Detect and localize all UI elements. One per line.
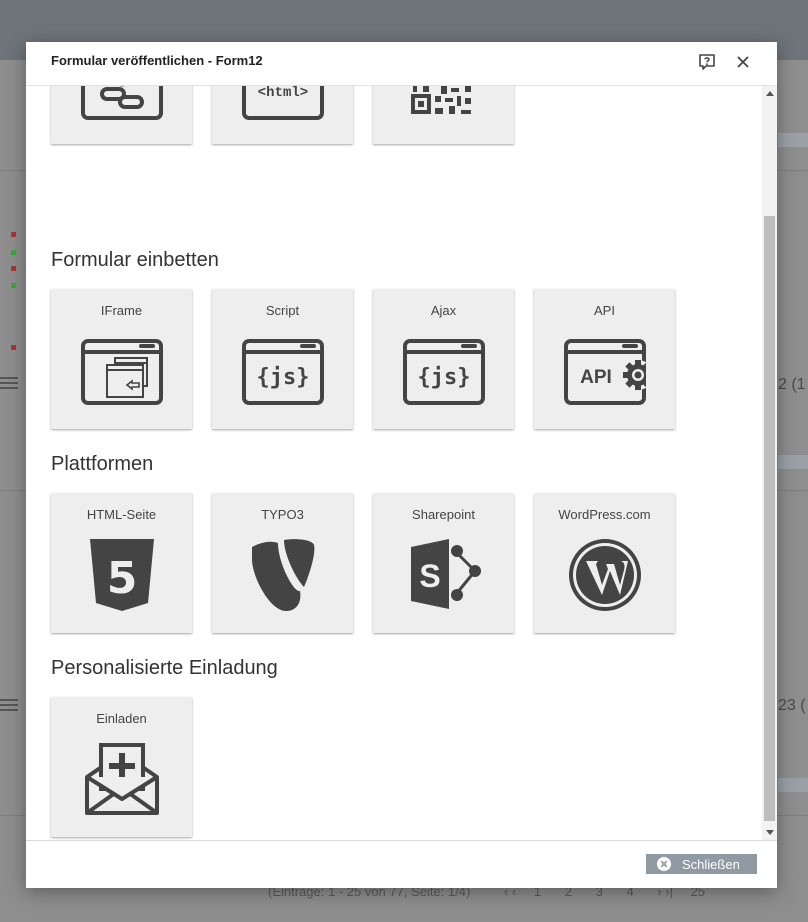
html5-icon: 5	[81, 537, 163, 611]
js-script-icon: {js}	[242, 333, 324, 407]
tile-label: IFrame	[100, 303, 143, 318]
scroll-down-arrow-icon[interactable]	[766, 830, 774, 835]
scroll-up-arrow-icon[interactable]	[766, 91, 774, 96]
background-menu-icon	[0, 377, 18, 389]
api-icon-text: API	[580, 367, 612, 388]
close-circle-icon	[657, 857, 671, 871]
tile-typo3[interactable]: TYPO3	[212, 493, 353, 633]
typo3-icon	[242, 537, 324, 611]
tile-label: Einladen	[96, 711, 147, 726]
tile-script[interactable]: Script {js}	[212, 289, 353, 429]
wordpress-icon	[564, 537, 646, 611]
background-button	[778, 455, 808, 469]
section-heading-embed: Formular einbetten	[51, 249, 219, 271]
background-status-dot	[11, 345, 16, 350]
tile-api[interactable]: API API	[534, 289, 675, 429]
js-ajax-icon: {js}	[403, 333, 485, 407]
invite-envelope-icon	[81, 741, 163, 815]
background-status-dot	[11, 266, 16, 271]
sharepoint-icon-text: S	[419, 558, 440, 594]
tile-sharepoint[interactable]: Sharepoint S	[373, 493, 514, 633]
dialog-title: Formular veröffentlichen - Form12	[51, 53, 263, 68]
background-button	[778, 778, 808, 792]
tile-label: HTML-Seite	[86, 507, 157, 522]
html-icon: <html>	[242, 86, 324, 122]
close-dialog-button[interactable]: Schließen	[646, 854, 757, 874]
tile-qr-code[interactable]	[373, 86, 514, 144]
background-row-count: 23 (	[778, 697, 806, 714]
html-icon-text: <html>	[258, 86, 308, 101]
section-heading-platforms: Plattformen	[51, 453, 154, 475]
close-button-label: Schließen	[682, 857, 740, 872]
tile-ajax[interactable]: Ajax {js}	[373, 289, 514, 429]
sharepoint-icon: S	[403, 537, 485, 611]
dialog-scrollbar[interactable]	[762, 86, 777, 840]
dialog-header: Formular veröffentlichen - Form12	[26, 42, 777, 86]
dialog-footer: Schließen	[26, 840, 777, 889]
dialog-body: <html> Formular einbetten IFrame Script …	[26, 86, 762, 840]
tile-html-page[interactable]: HTML-Seite 5	[51, 493, 192, 633]
tile-wordpress[interactable]: WordPress.com	[534, 493, 675, 633]
tile-invite[interactable]: Einladen	[51, 697, 192, 837]
tile-iframe[interactable]: IFrame	[51, 289, 192, 429]
tile-html-code[interactable]: <html>	[212, 86, 353, 144]
help-icon[interactable]	[697, 52, 717, 72]
js-icon-text: {js}	[418, 365, 471, 390]
js-icon-text: {js}	[257, 365, 310, 390]
qr-code-icon	[403, 86, 485, 122]
background-menu-icon	[0, 699, 18, 711]
background-status-dot	[11, 232, 16, 237]
iframe-icon	[81, 333, 163, 407]
api-icon: API	[564, 333, 653, 407]
background-status-dot	[11, 283, 16, 288]
close-icon[interactable]	[733, 52, 753, 72]
tile-label: API	[594, 303, 615, 318]
link-icon	[81, 86, 163, 122]
tile-label: Sharepoint	[412, 507, 475, 522]
tile-label: TYPO3	[261, 507, 304, 522]
html5-icon-text: 5	[107, 553, 138, 604]
background-button	[778, 133, 808, 147]
publish-form-dialog: Formular veröffentlichen - Form12 <html>…	[26, 42, 777, 888]
section-heading-invitation: Personalisierte Einladung	[51, 657, 278, 679]
tile-label: Ajax	[430, 303, 457, 318]
background-status-dot	[11, 250, 16, 255]
tile-label: WordPress.com	[558, 507, 651, 522]
background-row-count: 2 (1	[778, 376, 806, 393]
tile-link[interactable]	[51, 86, 192, 144]
tile-label: Script	[265, 303, 300, 318]
scroll-thumb[interactable]	[764, 216, 775, 821]
